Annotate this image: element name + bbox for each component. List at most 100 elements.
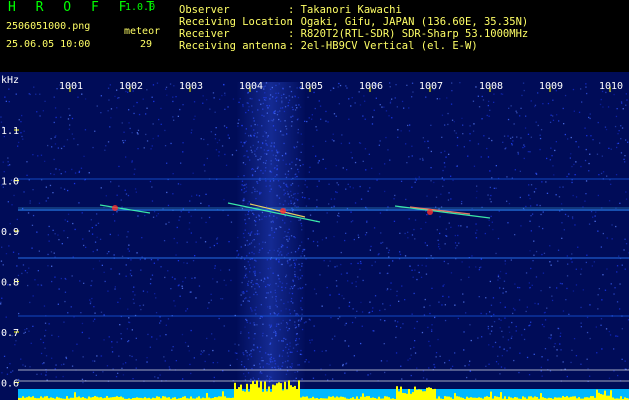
noise-speck bbox=[336, 265, 338, 267]
noise-speck bbox=[589, 304, 591, 306]
noise-speck bbox=[73, 182, 76, 185]
noise-speck bbox=[472, 130, 475, 132]
noise-speck bbox=[564, 94, 567, 97]
noise-speck bbox=[203, 350, 205, 352]
noise-speck bbox=[617, 142, 620, 144]
level-bar bbox=[156, 396, 158, 400]
noise-speck bbox=[362, 115, 364, 117]
level-bar bbox=[384, 396, 386, 400]
noise-speck bbox=[135, 191, 137, 193]
noise-speck bbox=[63, 188, 66, 190]
noise-speck bbox=[519, 196, 521, 199]
noise-speck bbox=[18, 253, 20, 255]
noise-speck bbox=[172, 346, 174, 348]
noise-speck bbox=[586, 135, 588, 137]
level-bar bbox=[422, 391, 424, 400]
level-bar bbox=[298, 380, 300, 400]
noise-speck bbox=[383, 106, 385, 108]
noise-speck bbox=[152, 216, 155, 218]
noise-speck bbox=[112, 368, 114, 370]
noise-speck bbox=[128, 250, 130, 252]
antenna-value: : 2el-HB9CV Vertical (el. E-W) bbox=[288, 40, 478, 52]
noise-speck bbox=[200, 138, 202, 140]
noise-speck bbox=[593, 261, 595, 263]
noise-speck bbox=[22, 264, 25, 266]
noise-speck bbox=[378, 173, 381, 175]
noise-speck bbox=[517, 153, 519, 155]
noise-speck bbox=[327, 379, 329, 381]
noise-speck bbox=[551, 155, 553, 157]
noise-speck bbox=[47, 265, 49, 267]
noise-speck bbox=[601, 348, 603, 350]
level-bar bbox=[252, 381, 254, 400]
noise-speck bbox=[585, 193, 587, 195]
noise-speck bbox=[169, 83, 172, 85]
noise-speck bbox=[516, 112, 518, 114]
noise-speck bbox=[539, 137, 542, 140]
noise-speck bbox=[212, 92, 215, 94]
noise-speck bbox=[499, 302, 502, 304]
noise-speck bbox=[562, 186, 564, 188]
noise-speck bbox=[170, 288, 172, 290]
noise-speck bbox=[157, 213, 159, 215]
level-bar bbox=[356, 396, 358, 400]
noise-speck bbox=[493, 93, 495, 95]
noise-speck bbox=[530, 215, 532, 217]
noise-speck bbox=[346, 169, 348, 171]
noise-speck bbox=[478, 269, 480, 271]
noise-speck bbox=[442, 185, 444, 187]
noise-speck bbox=[155, 297, 157, 299]
level-bar bbox=[562, 396, 564, 400]
noise-speck bbox=[117, 234, 119, 236]
noise-speck bbox=[535, 172, 537, 174]
noise-speck bbox=[490, 330, 493, 332]
noise-speck bbox=[171, 276, 174, 278]
noise-speck bbox=[81, 212, 83, 214]
noise-speck bbox=[11, 204, 13, 206]
noise-speck bbox=[602, 106, 604, 108]
noise-speck bbox=[601, 155, 603, 157]
level-bar bbox=[454, 393, 456, 400]
noise-speck bbox=[460, 225, 462, 227]
noise-speck bbox=[351, 282, 353, 284]
noise-speck bbox=[114, 286, 116, 288]
noise-speck bbox=[64, 300, 66, 303]
noise-speck bbox=[69, 124, 71, 126]
noise-speck bbox=[623, 249, 625, 251]
noise-speck bbox=[336, 285, 338, 287]
noise-speck bbox=[369, 301, 371, 303]
level-bar bbox=[448, 396, 450, 400]
noise-speck bbox=[64, 171, 67, 173]
noise-speck bbox=[557, 249, 560, 251]
noise-speck bbox=[311, 118, 313, 120]
noise-speck bbox=[425, 265, 427, 267]
noise-speck bbox=[534, 105, 536, 108]
noise-speck bbox=[389, 100, 392, 102]
noise-speck bbox=[488, 219, 490, 221]
noise-speck bbox=[511, 321, 513, 324]
noise-speck bbox=[435, 206, 437, 208]
noise-speck bbox=[200, 353, 202, 355]
noise-speck bbox=[179, 295, 181, 297]
noise-speck bbox=[93, 306, 95, 308]
level-bar bbox=[600, 394, 602, 400]
noise-speck bbox=[146, 140, 149, 142]
noise-speck bbox=[125, 275, 127, 277]
noise-speck bbox=[492, 297, 495, 299]
noise-speck bbox=[338, 212, 340, 214]
noise-speck bbox=[435, 196, 438, 198]
level-bar bbox=[400, 386, 402, 400]
noise-speck bbox=[26, 161, 28, 163]
noise-speck bbox=[201, 217, 203, 219]
level-bar bbox=[494, 396, 496, 400]
noise-speck bbox=[210, 299, 212, 301]
noise-speck bbox=[96, 355, 98, 357]
noise-speck bbox=[495, 187, 497, 189]
noise-speck bbox=[28, 93, 30, 95]
noise-speck bbox=[122, 140, 124, 142]
noise-speck bbox=[108, 99, 110, 101]
level-bar bbox=[530, 396, 532, 400]
noise-speck bbox=[333, 113, 336, 115]
noise-speck bbox=[607, 106, 610, 108]
noise-speck bbox=[24, 329, 26, 331]
